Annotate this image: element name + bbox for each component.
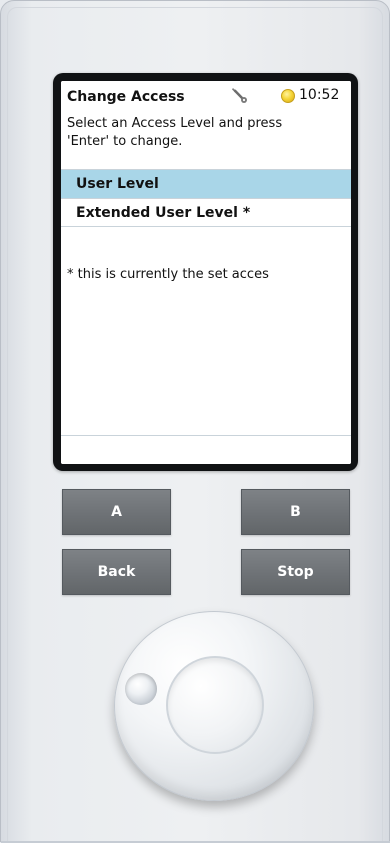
page-title: Change Access (67, 89, 185, 105)
list-item-user-level[interactable]: User Level (61, 169, 351, 198)
current-access-note: * this is currently the set acces (67, 267, 269, 282)
back-button[interactable]: Back (62, 549, 171, 595)
instruction-line-2: 'Enter' to change. (67, 134, 183, 149)
display-screen: Change Access 10:52 Select an Access Lev… (61, 81, 351, 464)
knob-grip-icon (125, 673, 157, 705)
rotary-knob-control[interactable] (114, 611, 314, 801)
list-item-extended-user-level[interactable]: Extended User Level * (61, 198, 351, 227)
clock-time: 10:52 (299, 87, 340, 103)
access-level-list: User Level Extended User Level * (61, 169, 351, 227)
status-indicator-icon (281, 89, 295, 103)
instruction-text: Select an Access Level and press 'Enter'… (67, 115, 337, 151)
screen-footer (61, 435, 351, 464)
instruction-line-1: Select an Access Level and press (67, 116, 283, 131)
knob-center-button[interactable] (166, 656, 264, 754)
wrench-icon (232, 88, 247, 103)
button-b[interactable]: B (241, 489, 350, 535)
device-panel: Change Access 10:52 Select an Access Lev… (0, 0, 390, 843)
stop-button[interactable]: Stop (241, 549, 350, 595)
button-a[interactable]: A (62, 489, 171, 535)
